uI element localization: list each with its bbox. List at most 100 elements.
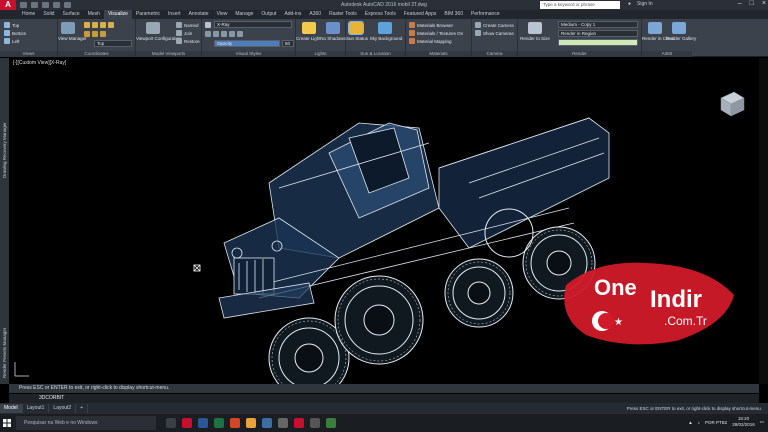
show-cameras-button[interactable]: Show Cameras — [475, 30, 514, 36]
tab-a360[interactable]: A360 — [305, 10, 325, 19]
shadow-icon[interactable] — [213, 31, 219, 37]
materials-textures-label: Materials / Textures On — [417, 30, 464, 36]
clock[interactable]: 15:20 28/02/2016 — [732, 416, 755, 428]
tab-express-tools[interactable]: Express Tools — [361, 10, 400, 19]
facet-icon[interactable] — [221, 31, 227, 37]
ucs-icon[interactable] — [84, 22, 90, 28]
chrome-icon[interactable] — [246, 418, 256, 428]
render-presets-label[interactable]: Render Presets Manager — [2, 328, 7, 378]
tab-annotate[interactable]: Annotate — [185, 10, 213, 19]
render-teapot-icon[interactable] — [528, 22, 542, 34]
viewport-config-icon[interactable] — [146, 22, 160, 34]
tab-featured-apps[interactable]: Featured Apps — [400, 10, 441, 19]
autocad-task-icon[interactable] — [294, 418, 304, 428]
tab-visualize[interactable]: Visualize — [103, 10, 132, 19]
tab-layout2[interactable]: Layout2 — [49, 404, 77, 413]
restore-button[interactable]: Restore — [176, 38, 200, 44]
opacity-value[interactable]: 50 — [282, 40, 294, 47]
command-history: Press ESC or ENTER to exit, or right-cli… — [9, 384, 759, 393]
ucs-face-icon[interactable] — [108, 22, 114, 28]
notification-icon[interactable]: ▭ — [760, 419, 764, 425]
create-light-icon[interactable] — [302, 22, 316, 34]
tab-layout1[interactable]: Layout1 — [23, 404, 50, 413]
edge-icon[interactable] — [205, 31, 211, 37]
tab-add-ins[interactable]: Add-ins — [280, 10, 305, 19]
network-icon[interactable]: ▲ — [688, 420, 692, 425]
minimize-icon[interactable]: – — [738, 0, 742, 7]
view-left[interactable]: Left — [4, 38, 20, 44]
view-bottom[interactable]: Bottom — [4, 30, 26, 36]
ucs-world-icon[interactable] — [92, 22, 98, 28]
create-camera-label: Create Camera — [483, 22, 514, 28]
cloud-icon[interactable] — [648, 22, 662, 34]
view-manager-icon[interactable] — [61, 22, 75, 34]
tab-solid[interactable]: Solid — [39, 10, 58, 19]
maximize-icon[interactable]: □ — [750, 0, 754, 7]
tab-parametric[interactable]: Parametric — [132, 10, 164, 19]
sign-in-link[interactable]: Sign In — [637, 1, 653, 7]
materials-browser-button[interactable]: Materials Browser — [409, 22, 453, 28]
render-gallery-label: Render Gallery — [666, 36, 697, 41]
tab-bim-360[interactable]: BIM 360 — [440, 10, 467, 19]
visual-style-icon[interactable] — [205, 22, 211, 28]
create-camera-button[interactable]: Create Camera — [475, 22, 514, 28]
materials-textures-button[interactable]: Materials / Textures On — [409, 30, 463, 36]
visual-style-dropdown[interactable]: X-Ray — [214, 21, 292, 28]
explorer-icon[interactable] — [262, 418, 272, 428]
render-preset-dropdown[interactable]: Medium - Copy 1 — [558, 21, 638, 28]
close-icon[interactable]: × — [762, 0, 766, 7]
render-region-dropdown[interactable]: Render in Region — [558, 30, 638, 37]
join-icon — [176, 30, 182, 36]
color-icon[interactable] — [229, 31, 235, 37]
taskbar-search[interactable]: Pesquisar na Web e no Windows — [16, 416, 156, 430]
render-to-size-label: Render to Size — [520, 36, 550, 41]
ucs-prev-icon[interactable] — [100, 22, 106, 28]
tab-surface[interactable]: Surface — [58, 10, 83, 19]
start-button[interactable] — [0, 414, 14, 432]
search-input[interactable]: Type a keyword or phrase — [540, 1, 620, 9]
sun-status-icon[interactable] — [348, 21, 364, 35]
language-indicator[interactable]: POR PTB2 — [705, 420, 727, 425]
volume-icon[interactable]: ♪ — [698, 420, 700, 425]
no-shadows-icon[interactable] — [326, 22, 340, 34]
panel-title: Render — [518, 51, 641, 57]
create-light-label: Create Light — [296, 36, 321, 41]
join-button[interactable]: Join — [176, 30, 192, 36]
app-icon[interactable] — [326, 418, 336, 428]
view-top[interactable]: Top — [4, 22, 19, 28]
gallery-icon[interactable] — [672, 22, 686, 34]
xray-icon[interactable] — [237, 31, 243, 37]
tab-insert[interactable]: Insert — [164, 10, 185, 19]
tab-performance[interactable]: Performance — [467, 10, 504, 19]
tab-home[interactable]: Home — [18, 10, 39, 19]
acrobat-icon[interactable] — [182, 418, 192, 428]
task-view-icon[interactable] — [166, 418, 176, 428]
tab-raster-tools[interactable]: Raster Tools — [325, 10, 361, 19]
tab-view[interactable]: View — [213, 10, 232, 19]
tab-output[interactable]: Output — [257, 10, 280, 19]
tab-model[interactable]: Model — [0, 404, 23, 413]
panel-title: Visual Styles — [202, 51, 295, 57]
ucs-x-icon[interactable] — [84, 31, 90, 37]
drawing-recovery-label[interactable]: Drawing Recovery Manager — [2, 122, 7, 178]
material-mapping-button[interactable]: Material Mapping — [409, 38, 452, 44]
viewcube-icon[interactable] — [716, 88, 746, 118]
ucs-dropdown[interactable]: Top — [94, 40, 132, 47]
sky-background-icon[interactable] — [378, 22, 392, 34]
excel-icon[interactable] — [214, 418, 224, 428]
command-line-input[interactable]: 3DCORBIT — [9, 394, 759, 403]
word-icon[interactable] — [198, 418, 208, 428]
app-icon[interactable] — [310, 418, 320, 428]
app-icon[interactable] — [278, 418, 288, 428]
panel-render: Render to Size Medium - Copy 1 Render in… — [518, 19, 642, 57]
tab-manage[interactable]: Manage — [231, 10, 257, 19]
tab-mesh[interactable]: Mesh — [84, 10, 104, 19]
powerpoint-icon[interactable] — [230, 418, 240, 428]
add-layout-button[interactable]: + — [76, 404, 89, 413]
named-button[interactable]: Named — [176, 22, 199, 28]
left-palette-strip[interactable]: Drawing Recovery Manager Render Presets … — [0, 58, 9, 384]
ucs-y-icon[interactable] — [92, 31, 98, 37]
restore-label: Restore — [184, 38, 200, 44]
ucs-z-icon[interactable] — [100, 31, 106, 37]
opacity-slider[interactable]: Opacity — [214, 40, 280, 47]
